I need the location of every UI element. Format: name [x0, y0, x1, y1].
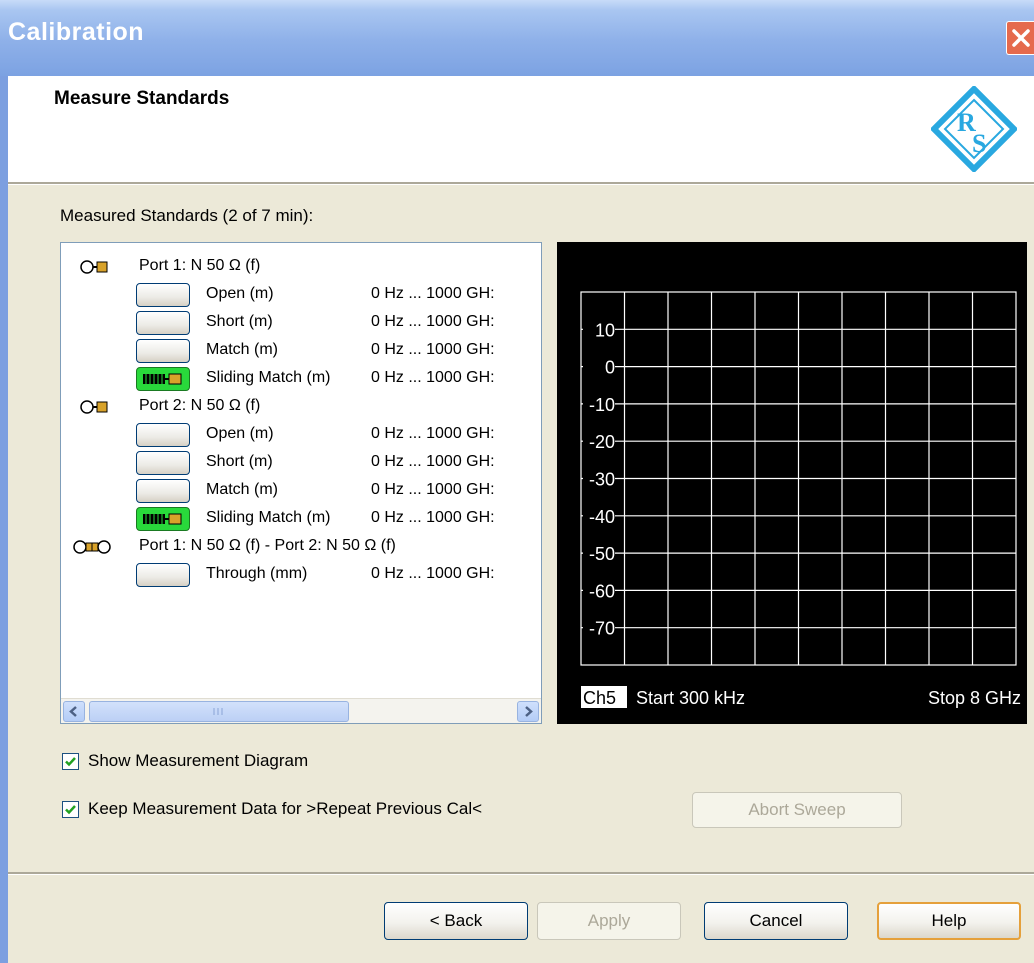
- show-diagram-label[interactable]: Show Measurement Diagram: [88, 751, 308, 771]
- scroll-right-button[interactable]: [517, 701, 539, 722]
- standard-name: Sliding Match (m): [206, 369, 331, 386]
- y-tick-label: -40: [589, 507, 615, 527]
- stop-frequency: Stop 8 GHz: [928, 688, 1021, 708]
- sliding-match-icon: [143, 513, 182, 525]
- standard-row[interactable]: Sliding Match (m) 0 Hz ... 1000 GH:: [61, 365, 541, 393]
- y-tick-label: 0: [605, 358, 615, 378]
- y-tick-label: -10: [589, 395, 615, 415]
- channel-label: Ch5: [583, 688, 616, 708]
- standard-row[interactable]: Match (m) 0 Hz ... 1000 GH:: [61, 477, 541, 505]
- sliding-match-icon: [143, 373, 182, 385]
- standard-name: Through (mm): [206, 565, 308, 582]
- standards-heading: Measured Standards (2 of 7 min):: [60, 206, 314, 225]
- frequency-range: 0 Hz ... 1000 GH:: [371, 509, 495, 526]
- measured-standard-button[interactable]: [136, 507, 190, 531]
- checkmark-icon: [65, 805, 76, 815]
- port-label: Port 2: N 50 Ω (f): [139, 397, 261, 414]
- standard-row[interactable]: Short (m) 0 Hz ... 1000 GH:: [61, 449, 541, 477]
- standard-name: Short (m): [206, 453, 273, 470]
- grip-icon: [213, 708, 223, 715]
- cancel-button[interactable]: Cancel: [704, 902, 848, 940]
- frequency-range: 0 Hz ... 1000 GH:: [371, 285, 495, 302]
- diagram-grid: 10 0 -10 -20 -30 -40 -50 -60 -70 Ch5 Start 300 k…: [580, 291, 1021, 708]
- standard-name: Match (m): [206, 481, 278, 498]
- abort-sweep-button[interactable]: Abort Sweep: [692, 792, 902, 828]
- y-tick-label: -20: [589, 432, 615, 452]
- frequency-range: 0 Hz ... 1000 GH:: [371, 341, 495, 358]
- standards-list[interactable]: Port 1: N 50 Ω (f) Open (m) 0 Hz ... 1000 …: [60, 242, 542, 724]
- frequency-range: 0 Hz ... 1000 GH:: [371, 369, 495, 386]
- measure-standard-button[interactable]: [136, 451, 190, 475]
- close-icon: [1012, 29, 1030, 47]
- scroll-left-button[interactable]: [63, 701, 85, 722]
- standard-row[interactable]: Through (mm) 0 Hz ... 1000 GH:: [61, 561, 541, 589]
- frequency-range: 0 Hz ... 1000 GH:: [371, 453, 495, 470]
- frequency-range: 0 Hz ... 1000 GH:: [371, 481, 495, 498]
- checkmark-icon: [65, 757, 76, 767]
- measure-standard-button[interactable]: [136, 339, 190, 363]
- close-button[interactable]: [1006, 21, 1034, 55]
- port-row[interactable]: Port 1: N 50 Ω (f): [61, 253, 541, 281]
- apply-button[interactable]: Apply: [537, 902, 681, 940]
- y-tick-label: -30: [589, 470, 615, 490]
- svg-text:S: S: [972, 129, 986, 158]
- standard-row[interactable]: Open (m) 0 Hz ... 1000 GH:: [61, 281, 541, 309]
- chevron-left-icon: [69, 706, 77, 717]
- y-tick-label: 10: [595, 320, 615, 340]
- measured-standard-button[interactable]: [136, 367, 190, 391]
- footer-separator: [8, 872, 1034, 875]
- port-row[interactable]: Port 2: N 50 Ω (f): [61, 393, 541, 421]
- measure-standard-button[interactable]: [136, 563, 190, 587]
- standard-name: Match (m): [206, 341, 278, 358]
- standard-row[interactable]: Open (m) 0 Hz ... 1000 GH:: [61, 421, 541, 449]
- window-title: Calibration: [8, 18, 145, 46]
- port-connector-icon: [80, 260, 108, 274]
- keep-data-checkbox[interactable]: [62, 801, 79, 818]
- header-separator: [8, 182, 1034, 185]
- start-frequency: Start 300 kHz: [636, 688, 745, 708]
- frequency-range: 0 Hz ... 1000 GH:: [371, 425, 495, 442]
- title-bar: Calibration: [0, 0, 1034, 76]
- measure-standard-button[interactable]: [136, 479, 190, 503]
- standard-row[interactable]: Match (m) 0 Hz ... 1000 GH:: [61, 337, 541, 365]
- measure-standard-button[interactable]: [136, 311, 190, 335]
- through-connector-icon: [73, 540, 111, 554]
- frequency-range: 0 Hz ... 1000 GH:: [371, 313, 495, 330]
- scrollbar-thumb[interactable]: [89, 701, 349, 722]
- port-label: Port 1: N 50 Ω (f) - Port 2: N 50 Ω (f): [139, 537, 396, 554]
- back-button[interactable]: < Back: [384, 902, 528, 940]
- standard-name: Open (m): [206, 425, 274, 442]
- keep-data-label[interactable]: Keep Measurement Data for >Repeat Previo…: [88, 799, 482, 819]
- rohde-schwarz-logo-icon: R S: [931, 86, 1017, 172]
- chevron-right-icon: [525, 706, 533, 717]
- y-tick-label: -60: [589, 581, 615, 601]
- standard-row[interactable]: Short (m) 0 Hz ... 1000 GH:: [61, 309, 541, 337]
- header-panel: Measure Standards R S: [8, 76, 1034, 182]
- measure-standard-button[interactable]: [136, 283, 190, 307]
- measurement-diagram: 10 0 -10 -20 -30 -40 -50 -60 -70 Ch5 Start 300 k…: [557, 242, 1027, 724]
- port-row[interactable]: Port 1: N 50 Ω (f) - Port 2: N 50 Ω (f): [61, 533, 541, 561]
- standard-name: Sliding Match (m): [206, 509, 331, 526]
- standard-name: Open (m): [206, 285, 274, 302]
- y-tick-label: -50: [589, 544, 615, 564]
- window-frame: [0, 76, 8, 963]
- measure-standard-button[interactable]: [136, 423, 190, 447]
- horizontal-scrollbar[interactable]: [61, 698, 541, 723]
- port-connector-icon: [80, 400, 108, 414]
- port-label: Port 1: N 50 Ω (f): [139, 257, 261, 274]
- standard-row[interactable]: Sliding Match (m) 0 Hz ... 1000 GH:: [61, 505, 541, 533]
- page-title: Measure Standards: [54, 88, 230, 109]
- y-tick-label: -70: [589, 619, 615, 639]
- frequency-range: 0 Hz ... 1000 GH:: [371, 565, 495, 582]
- standard-name: Short (m): [206, 313, 273, 330]
- show-diagram-checkbox[interactable]: [62, 753, 79, 770]
- help-button[interactable]: Help: [877, 902, 1021, 940]
